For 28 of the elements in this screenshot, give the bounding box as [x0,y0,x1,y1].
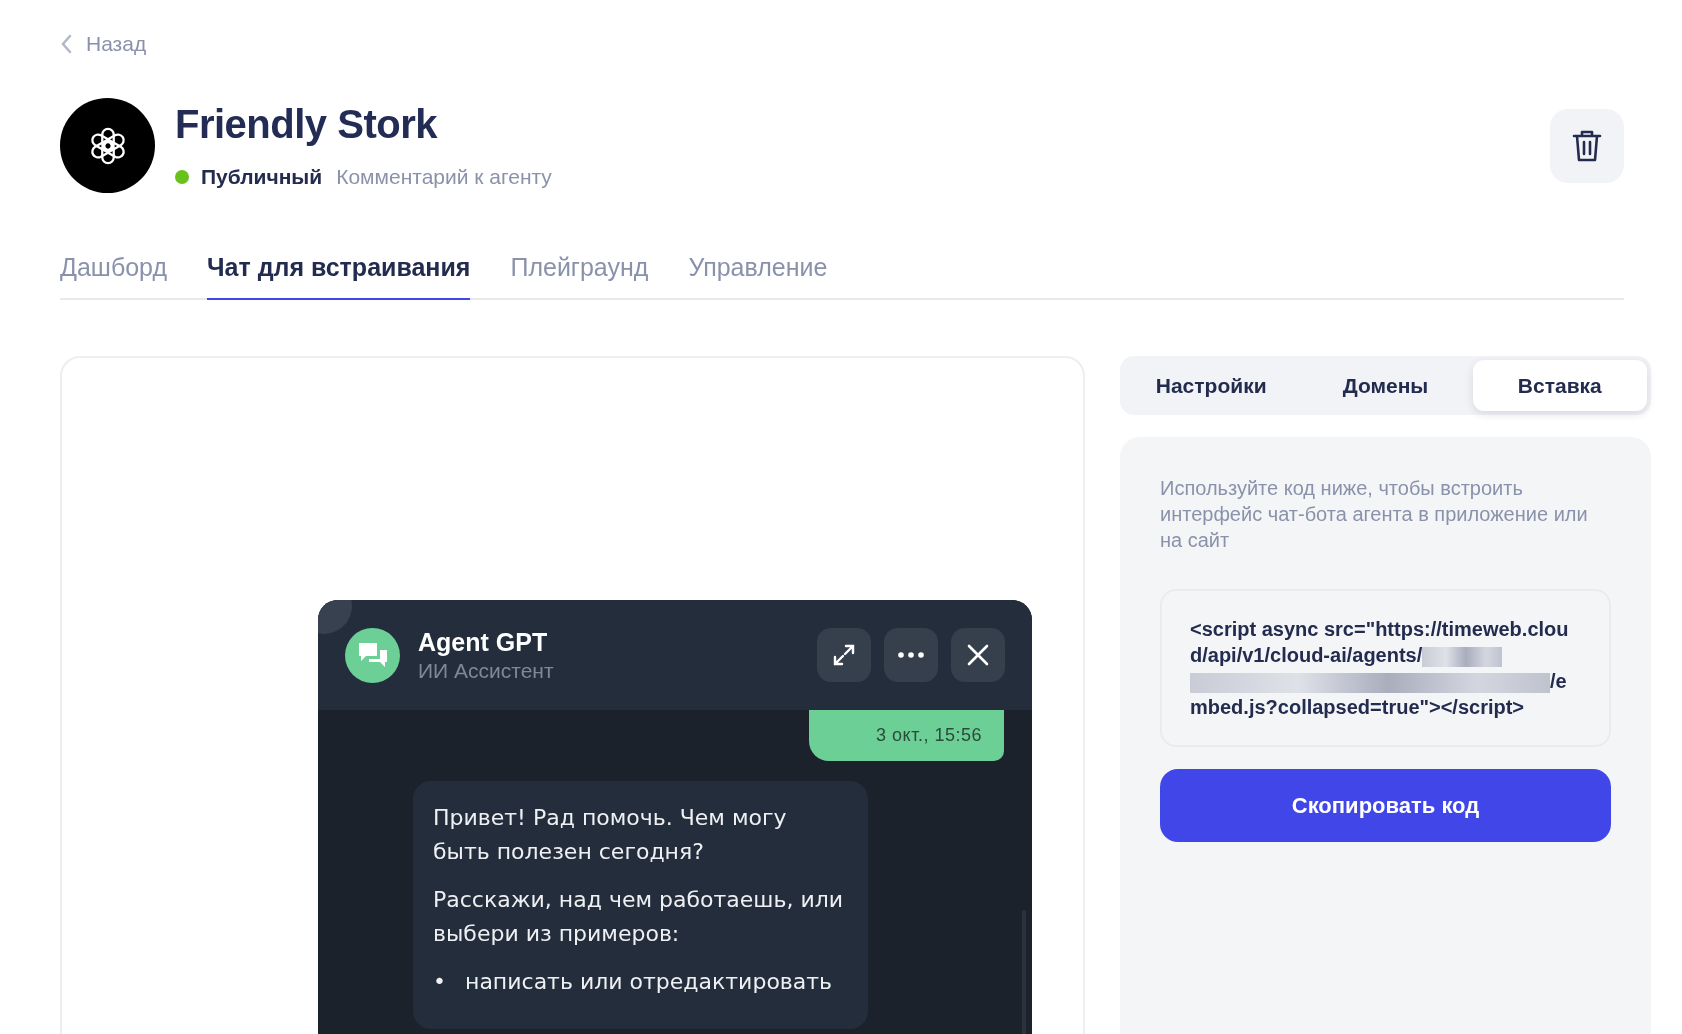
bullet-marker: • [433,968,447,996]
delete-button[interactable] [1550,108,1624,183]
chevron-left-icon [60,34,72,54]
close-button[interactable] [951,628,1005,682]
embed-code: <script async src="https://timeweb.cloud/api/v1/cloud-ai/agents/ /embed.js?collapsed=true"></script> [1160,589,1611,747]
status-dot [175,170,189,184]
message-text: Привет! Рад помочь. Чем могу быть полезен сегодня? [433,804,788,866]
message-timestamp: 3 окт., 15:56 [809,710,1004,761]
chat-title: Agent GPT [418,627,549,657]
agent-comment: Комментарий к агенту [336,165,552,189]
more-icon [898,652,924,658]
trash-icon [1572,128,1602,163]
agent-name: Friendly Stork [175,102,439,147]
tab[interactable]: Чат для встраивания [207,253,471,300]
close-icon [967,644,989,666]
segment-tab[interactable]: Настройки [1124,360,1299,411]
segment-tab[interactable]: Вставка [1472,360,1647,411]
chat-subtitle: ИИ Ассистент [418,658,555,683]
status-label: Публичный [201,165,323,189]
more-button[interactable] [884,628,938,682]
embed-description: Используйте код ниже, чтобы встроить интерфейс чат-бота агента в приложение или на сайт [1160,476,1589,553]
message-bullet: написать или отредактировать [465,968,833,996]
message-text: Расскажи, над чем работаешь, или выбери из примеров: [433,886,845,948]
segment-tab[interactable]: Домены [1298,360,1473,411]
expand-icon [832,643,856,667]
chat-bubbles-icon [345,627,400,683]
copy-code-button[interactable]: Скопировать код [1160,769,1611,842]
expand-button[interactable] [817,628,871,682]
